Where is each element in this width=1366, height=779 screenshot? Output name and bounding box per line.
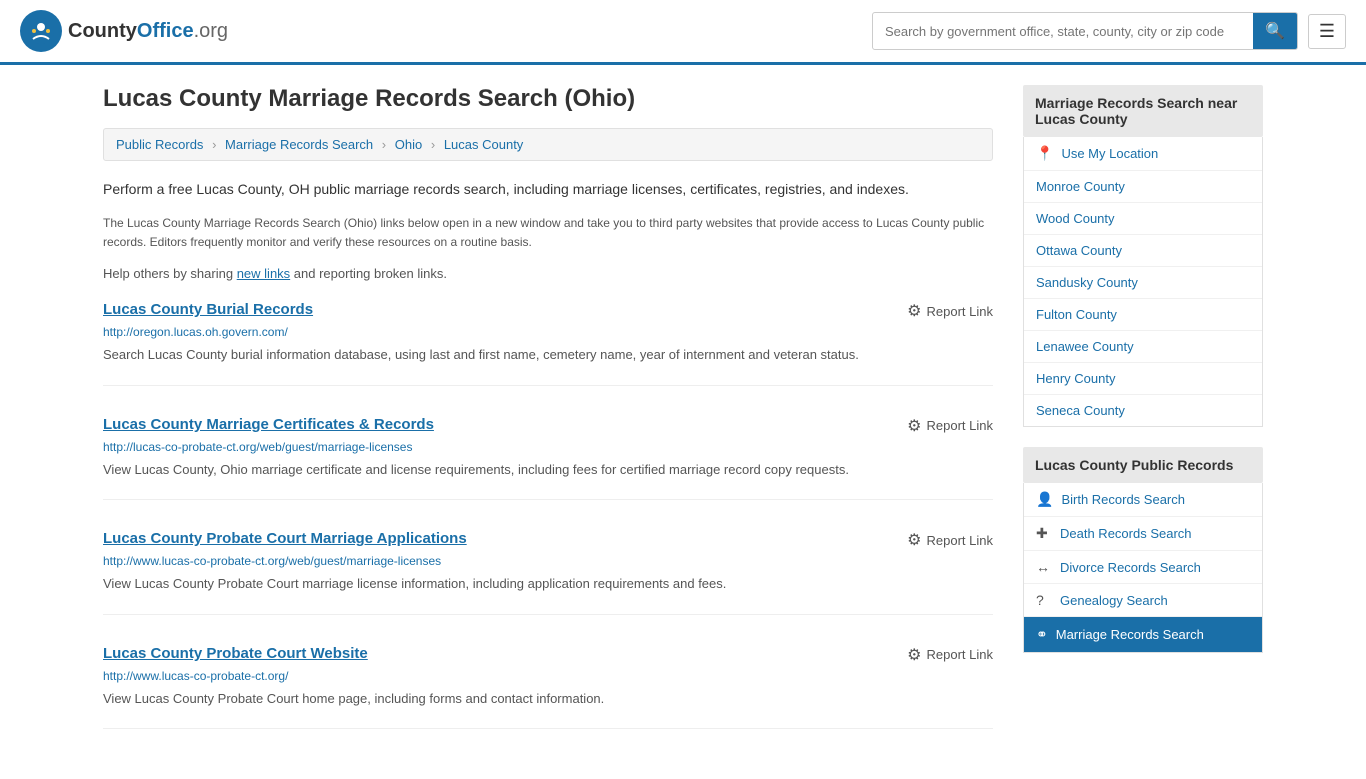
result-url[interactable]: http://lucas-co-probate-ct.org/web/guest…: [103, 440, 993, 454]
header-controls: 🔍 ☰: [872, 12, 1346, 50]
marriage-records-icon: ⚭: [1036, 626, 1048, 643]
search-button[interactable]: 🔍: [1253, 13, 1297, 49]
sidebar-item-ottawa[interactable]: Ottawa County: [1024, 235, 1262, 267]
sidebar-item-birth-records[interactable]: 👤 Birth Records Search: [1024, 483, 1262, 517]
result-item: Lucas County Probate Court Website ⚙ Rep…: [103, 645, 993, 730]
sidebar: Marriage Records Search near Lucas Count…: [1023, 85, 1263, 759]
result-item: Lucas County Marriage Certificates & Rec…: [103, 416, 993, 501]
monroe-county-link[interactable]: Monroe County: [1036, 179, 1125, 194]
death-records-icon: ✚: [1036, 525, 1052, 542]
sandusky-county-link[interactable]: Sandusky County: [1036, 275, 1138, 290]
sidebar-item-sandusky[interactable]: Sandusky County: [1024, 267, 1262, 299]
result-desc: View Lucas County Probate Court marriage…: [103, 574, 993, 594]
sidebar-nearby-section: Marriage Records Search near Lucas Count…: [1023, 85, 1263, 427]
henry-county-link[interactable]: Henry County: [1036, 371, 1115, 386]
description-main: Perform a free Lucas County, OH public m…: [103, 179, 993, 200]
sidebar-item-genealogy[interactable]: ? Genealogy Search: [1024, 584, 1262, 617]
genealogy-icon: ?: [1036, 592, 1052, 608]
result-title[interactable]: Lucas County Burial Records: [103, 301, 313, 318]
sidebar-item-death-records[interactable]: ✚ Death Records Search: [1024, 517, 1262, 551]
divorce-records-link[interactable]: Divorce Records Search: [1060, 560, 1201, 575]
result-desc: Search Lucas County burial information d…: [103, 345, 993, 365]
sidebar-nearby-header: Marriage Records Search near Lucas Count…: [1023, 85, 1263, 137]
result-item: Lucas County Probate Court Marriage Appl…: [103, 530, 993, 615]
logo-text: CountyOffice.org: [68, 20, 228, 43]
birth-records-link[interactable]: Birth Records Search: [1061, 492, 1185, 507]
location-pin-icon: 📍: [1036, 145, 1053, 162]
result-title[interactable]: Lucas County Marriage Certificates & Rec…: [103, 416, 434, 433]
result-item: Lucas County Burial Records ⚙ Report Lin…: [103, 301, 993, 386]
sidebar-item-henry[interactable]: Henry County: [1024, 363, 1262, 395]
new-links-link[interactable]: new links: [237, 266, 290, 281]
result-desc: View Lucas County Probate Court home pag…: [103, 689, 993, 709]
result-title[interactable]: Lucas County Probate Court Website: [103, 645, 368, 662]
sidebar-public-records-section: Lucas County Public Records 👤 Birth Reco…: [1023, 447, 1263, 653]
birth-records-icon: 👤: [1036, 491, 1053, 508]
sidebar-public-records-list: 👤 Birth Records Search ✚ Death Records S…: [1023, 483, 1263, 653]
description-secondary: The Lucas County Marriage Records Search…: [103, 214, 993, 252]
breadcrumb-public-records[interactable]: Public Records: [116, 137, 203, 152]
sidebar-item-lenawee[interactable]: Lenawee County: [1024, 331, 1262, 363]
genealogy-link[interactable]: Genealogy Search: [1060, 593, 1168, 608]
menu-button[interactable]: ☰: [1308, 14, 1346, 49]
report-link[interactable]: ⚙ Report Link: [907, 416, 993, 436]
logo[interactable]: CountyOffice.org: [20, 10, 228, 52]
report-link[interactable]: ⚙ Report Link: [907, 301, 993, 321]
result-url[interactable]: http://oregon.lucas.oh.govern.com/: [103, 325, 993, 339]
lenawee-county-link[interactable]: Lenawee County: [1036, 339, 1134, 354]
report-link[interactable]: ⚙ Report Link: [907, 530, 993, 550]
ottawa-county-link[interactable]: Ottawa County: [1036, 243, 1122, 258]
result-url[interactable]: http://www.lucas-co-probate-ct.org/web/g…: [103, 554, 993, 568]
main-container: Lucas County Marriage Records Search (Oh…: [83, 65, 1283, 779]
breadcrumb-ohio[interactable]: Ohio: [395, 137, 422, 152]
site-header: CountyOffice.org 🔍 ☰: [0, 0, 1366, 65]
breadcrumb-marriage-records[interactable]: Marriage Records Search: [225, 137, 373, 152]
report-icon: ⚙: [907, 301, 921, 321]
report-icon: ⚙: [907, 416, 921, 436]
result-title[interactable]: Lucas County Probate Court Marriage Appl…: [103, 530, 467, 547]
sidebar-item-marriage-records[interactable]: ⚭ Marriage Records Search: [1024, 617, 1262, 652]
sidebar-nearby-list: 📍 Use My Location Monroe County Wood Cou…: [1023, 137, 1263, 427]
description-help: Help others by sharing new links and rep…: [103, 266, 993, 281]
report-icon: ⚙: [907, 645, 921, 665]
sidebar-item-monroe[interactable]: Monroe County: [1024, 171, 1262, 203]
sidebar-use-location[interactable]: 📍 Use My Location: [1024, 137, 1262, 171]
page-title: Lucas County Marriage Records Search (Oh…: [103, 85, 993, 113]
wood-county-link[interactable]: Wood County: [1036, 211, 1115, 226]
seneca-county-link[interactable]: Seneca County: [1036, 403, 1125, 418]
logo-icon: [20, 10, 62, 52]
result-url[interactable]: http://www.lucas-co-probate-ct.org/: [103, 669, 993, 683]
sidebar-public-records-header: Lucas County Public Records: [1023, 447, 1263, 483]
death-records-link[interactable]: Death Records Search: [1060, 526, 1192, 541]
divorce-records-icon: ↔: [1036, 559, 1052, 575]
report-icon: ⚙: [907, 530, 921, 550]
breadcrumb-lucas-county[interactable]: Lucas County: [444, 137, 524, 152]
sidebar-item-seneca[interactable]: Seneca County: [1024, 395, 1262, 426]
content-area: Lucas County Marriage Records Search (Oh…: [103, 85, 993, 759]
search-input[interactable]: [873, 16, 1253, 47]
search-bar: 🔍: [872, 12, 1298, 50]
report-link[interactable]: ⚙ Report Link: [907, 645, 993, 665]
result-desc: View Lucas County, Ohio marriage certifi…: [103, 460, 993, 480]
fulton-county-link[interactable]: Fulton County: [1036, 307, 1117, 322]
marriage-records-link[interactable]: Marriage Records Search: [1056, 627, 1204, 642]
breadcrumb: Public Records › Marriage Records Search…: [103, 128, 993, 161]
results-list: Lucas County Burial Records ⚙ Report Lin…: [103, 301, 993, 729]
sidebar-item-fulton[interactable]: Fulton County: [1024, 299, 1262, 331]
sidebar-item-divorce-records[interactable]: ↔ Divorce Records Search: [1024, 551, 1262, 584]
use-location-link[interactable]: Use My Location: [1061, 146, 1158, 161]
sidebar-item-wood[interactable]: Wood County: [1024, 203, 1262, 235]
